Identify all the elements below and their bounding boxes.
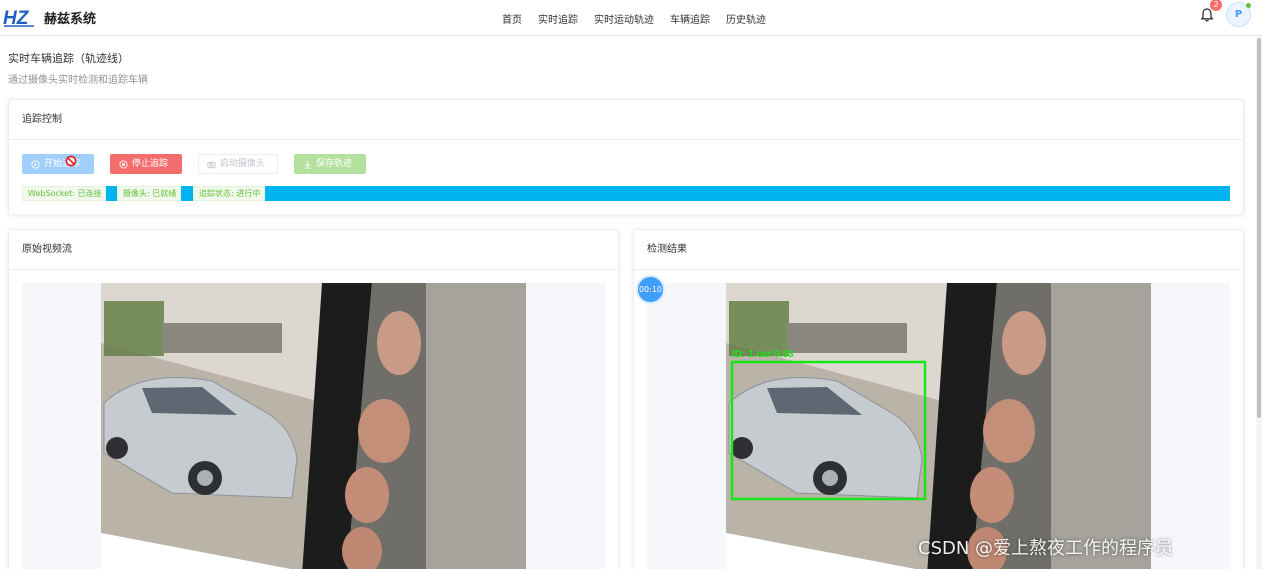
stop-circle-icon: [119, 159, 128, 169]
download-icon: [304, 160, 311, 169]
camera-icon: [207, 161, 216, 168]
brand-name: 赫兹系统: [44, 12, 97, 27]
detection-video-frame: ID: 1 car 0.93: [726, 283, 1151, 569]
start-tracking-button[interactable]: 开始追踪: [22, 154, 94, 174]
save-trajectory-label: 保存轨迹: [316, 159, 353, 169]
page-scrollbar-thumb[interactable]: [1257, 38, 1261, 418]
page-root: HZ 赫兹系统 首页 实时追踪 实时运动轨迹 车辆追踪 历史轨迹 2 P 实时车…: [0, 0, 1262, 569]
not-allowed-cursor-icon: [65, 155, 77, 167]
notification-badge: 2: [1210, 0, 1222, 11]
tracking-status-tag: 追踪状态: 进行中: [193, 186, 265, 201]
detection-result-title: 检测结果: [634, 230, 1243, 270]
detection-label: ID: 1 car 0.93: [732, 349, 794, 360]
hz-logo-icon[interactable]: HZ: [2, 5, 36, 29]
page-title: 实时车辆追踪（轨迹线）: [8, 52, 129, 65]
main-nav: 首页 实时追踪 实时运动轨迹 车辆追踪 历史轨迹: [494, 0, 774, 36]
nav-realtime-tracking[interactable]: 实时追踪: [538, 11, 578, 26]
stop-tracking-label: 停止追踪: [132, 159, 169, 169]
save-trajectory-button[interactable]: 保存轨迹: [294, 154, 366, 174]
raw-video-frame: [101, 283, 526, 569]
online-status-dot: [1246, 3, 1251, 8]
play-circle-icon: [31, 159, 40, 169]
nav-vehicle-tracking[interactable]: 车辆追踪: [670, 11, 710, 26]
tracking-control-title: 追踪控制: [9, 100, 1243, 140]
camera-status-tag: 摄像头: 已就绪: [117, 186, 181, 201]
raw-video-card: 原始视频流: [8, 229, 619, 569]
nav-history-trajectory[interactable]: 历史轨迹: [726, 11, 766, 26]
page-subtitle: 通过摄像头实时检测和追踪车辆: [8, 75, 148, 86]
websocket-status-tag: WebSocket: 已连接: [22, 186, 106, 201]
csdn-watermark: CSDN @爱上熬夜工作的程序员: [918, 538, 1174, 559]
recording-timer-badge: 00:10: [636, 275, 665, 304]
detection-result-card: 检测结果 ID: 1 car 0.93: [633, 229, 1244, 569]
stop-tracking-button[interactable]: 停止追踪: [110, 154, 182, 174]
start-camera-button[interactable]: 启动摄像头: [198, 154, 278, 174]
top-navbar: HZ 赫兹系统 首页 实时追踪 实时运动轨迹 车辆追踪 历史轨迹 2 P: [0, 0, 1262, 36]
start-camera-label: 启动摄像头: [220, 159, 266, 169]
detection-video-stream[interactable]: ID: 1 car 0.93: [647, 283, 1230, 569]
raw-video-stream[interactable]: [22, 283, 605, 569]
nav-realtime-trajectory[interactable]: 实时运动轨迹: [594, 11, 654, 26]
tracking-control-card: 追踪控制 开始追踪 停止追踪 启动摄像头 保存轨迹 WebSocket: 已连接…: [8, 99, 1244, 215]
raw-video-title: 原始视频流: [9, 230, 618, 270]
nav-home[interactable]: 首页: [502, 11, 522, 26]
